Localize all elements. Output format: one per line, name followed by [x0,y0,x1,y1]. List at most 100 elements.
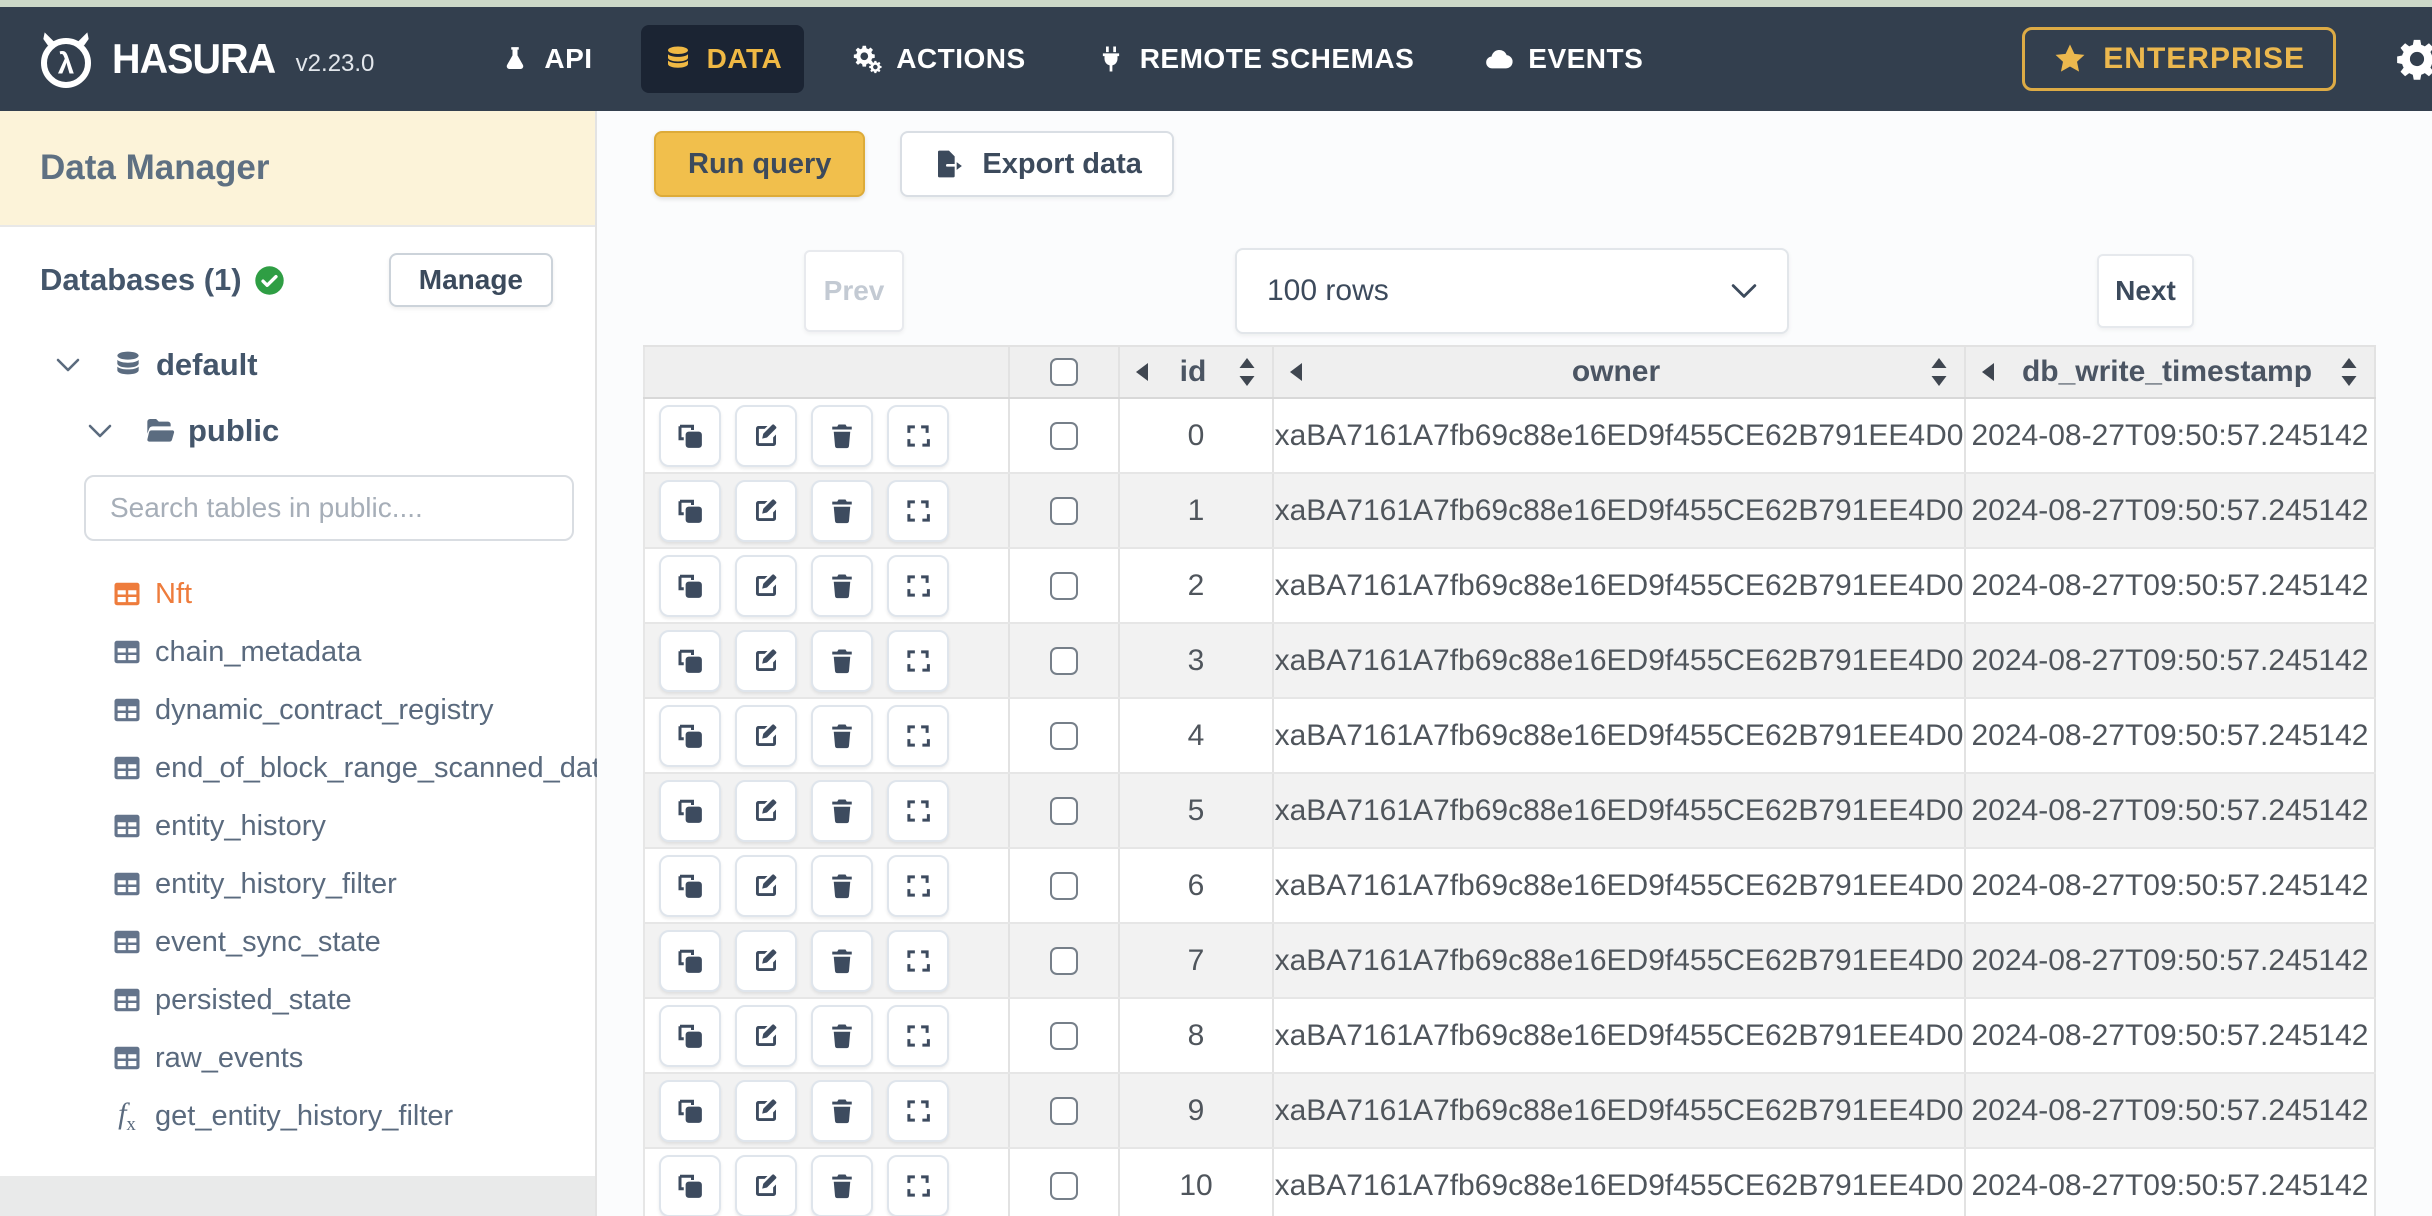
sort-icon[interactable] [2340,357,2358,387]
row-checkbox[interactable] [1050,496,1078,525]
nav-item-api[interactable]: API [478,25,614,93]
expand-row-button[interactable] [887,404,949,467]
expand-row-button[interactable] [887,779,949,842]
edit-row-button[interactable] [735,1154,797,1216]
sidebar-table-item[interactable]: Nft [0,565,595,623]
file-export-icon [932,148,964,180]
row-checkbox[interactable] [1050,871,1078,900]
edit-row-button[interactable] [735,1004,797,1067]
expand-row-button[interactable] [887,929,949,992]
cell-id: 0 [1187,418,1205,452]
rows-per-page-select[interactable]: 100 rows [1235,248,1789,334]
search-tables-input[interactable] [84,475,574,541]
clone-row-button[interactable] [659,479,721,542]
sidebar-table-item[interactable]: dynamic_contract_registry [0,681,595,739]
edit-row-button[interactable] [735,929,797,992]
expand-row-button[interactable] [887,1079,949,1142]
nav-item-data[interactable]: DATA [640,25,805,93]
sidebar-table-item[interactable]: fx get_entity_history_filter [0,1087,595,1145]
edit-row-button[interactable] [735,1079,797,1142]
sort-icon[interactable] [1238,357,1256,387]
sidebar-table-item[interactable]: event_sync_state [0,913,595,971]
nav-item-events[interactable]: EVENTS [1462,25,1665,93]
next-page-button[interactable]: Next [2097,254,2194,328]
settings-gear-icon[interactable] [2394,36,2432,82]
collapse-column-icon[interactable] [1136,363,1148,381]
brand[interactable]: λ HASURA v2.23.0 [34,27,374,91]
delete-row-button[interactable] [811,479,873,542]
edit-row-button[interactable] [735,479,797,542]
chevron-down-icon[interactable] [56,358,80,372]
column-header-id[interactable]: id [1120,347,1274,397]
delete-row-button[interactable] [811,554,873,617]
sidebar-table-item[interactable]: entity_history_filter [0,855,595,913]
sidebar-table-item[interactable]: raw_events [0,1029,595,1087]
delete-row-button[interactable] [811,629,873,692]
delete-row-button[interactable] [811,929,873,992]
collapse-column-icon[interactable] [1982,363,1994,381]
clone-row-button[interactable] [659,704,721,767]
expand-row-button[interactable] [887,629,949,692]
clone-row-button[interactable] [659,1004,721,1067]
delete-row-button[interactable] [811,1079,873,1142]
chevron-down-icon[interactable] [88,424,112,438]
delete-row-button[interactable] [811,704,873,767]
edit-row-button[interactable] [735,629,797,692]
expand-row-button[interactable] [887,554,949,617]
clone-row-button[interactable] [659,854,721,917]
trash-icon [827,1171,857,1201]
row-checkbox[interactable] [1050,1096,1078,1125]
row-checkbox[interactable] [1050,1021,1078,1050]
expand-row-button[interactable] [887,479,949,542]
row-checkbox[interactable] [1050,946,1078,975]
edit-row-button[interactable] [735,554,797,617]
clone-row-button[interactable] [659,629,721,692]
delete-row-button[interactable] [811,854,873,917]
sidebar-table-item[interactable]: entity_history [0,797,595,855]
edit-row-button[interactable] [735,779,797,842]
delete-row-button[interactable] [811,404,873,467]
tree-node-schema[interactable]: public [0,405,595,457]
select-all-checkbox[interactable] [1050,358,1078,386]
clone-row-button[interactable] [659,404,721,467]
main-content: Run query Export data Prev 100 rows Next [597,111,2432,1216]
row-checkbox[interactable] [1050,721,1078,750]
row-checkbox[interactable] [1050,796,1078,825]
export-data-button[interactable]: Export data [900,131,1174,197]
expand-row-button[interactable] [887,704,949,767]
manage-button[interactable]: Manage [388,253,553,307]
clone-row-button[interactable] [659,779,721,842]
nav-item-actions[interactable]: ACTIONS [830,25,1048,93]
sidebar-table-item[interactable]: persisted_state [0,971,595,1029]
sidebar-table-item[interactable]: chain_metadata [0,623,595,681]
sort-icon[interactable] [1930,357,1948,387]
column-header-db-write-timestamp[interactable]: db_write_timestamp [1966,347,2376,397]
row-checkbox[interactable] [1050,571,1078,600]
edit-row-button[interactable] [735,854,797,917]
clone-row-button[interactable] [659,929,721,992]
nav-item-remote-schemas[interactable]: REMOTE SCHEMAS [1074,25,1437,93]
table-icon [112,985,142,1015]
sidebar-table-item[interactable]: end_of_block_range_scanned_data [0,739,616,797]
row-checkbox[interactable] [1050,646,1078,675]
prev-page-button[interactable]: Prev [804,250,904,332]
collapse-column-icon[interactable] [1290,363,1302,381]
expand-row-button[interactable] [887,1004,949,1067]
edit-row-button[interactable] [735,404,797,467]
clone-row-button[interactable] [659,554,721,617]
delete-row-button[interactable] [811,779,873,842]
run-query-button[interactable]: Run query [654,131,866,197]
enterprise-button[interactable]: ENTERPRISE [2022,27,2336,91]
expand-row-button[interactable] [887,1154,949,1216]
row-checkbox[interactable] [1050,1171,1078,1200]
clone-row-button[interactable] [659,1154,721,1216]
edit-row-button[interactable] [735,704,797,767]
delete-row-button[interactable] [811,1004,873,1067]
clone-row-button[interactable] [659,1079,721,1142]
row-checkbox[interactable] [1050,421,1078,450]
delete-row-button[interactable] [811,1154,873,1216]
expand-row-button[interactable] [887,854,949,917]
tree-node-database[interactable]: default [0,339,595,391]
column-header-owner[interactable]: owner [1274,347,1966,397]
expand-icon [903,946,933,976]
